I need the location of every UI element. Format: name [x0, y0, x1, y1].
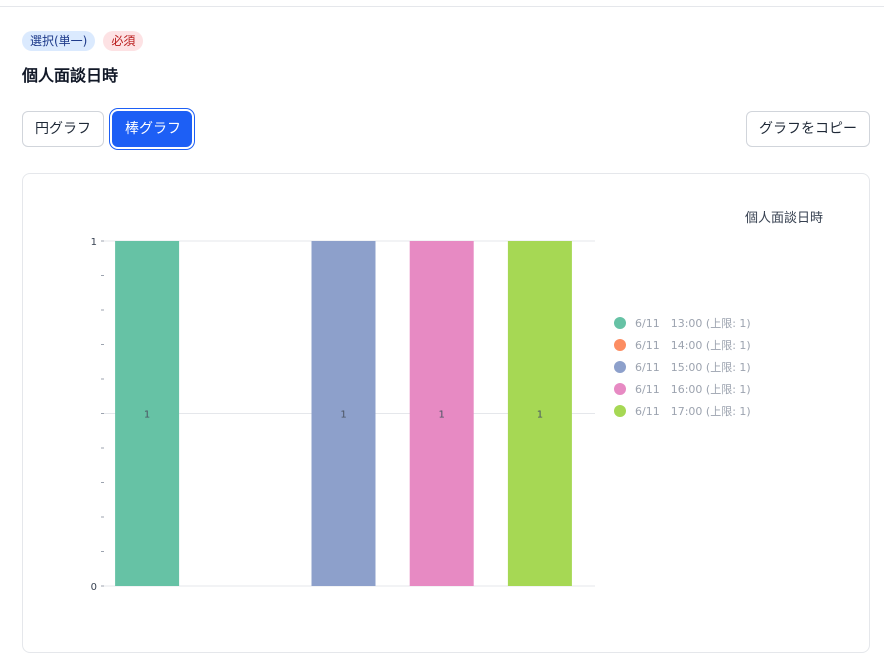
- legend-label: 6/11 14:00 (上限: 1): [635, 339, 751, 352]
- legend-swatch: [614, 361, 626, 373]
- bar-chart: 0 1 1 1 1 1: [91, 237, 595, 593]
- legend-swatch: [614, 317, 626, 329]
- legend-item[interactable]: 6/11 17:00 (上限: 1): [614, 400, 751, 422]
- y-tick-label: 0: [91, 582, 97, 593]
- legend-swatch: [614, 339, 626, 351]
- legend-swatch: [614, 383, 626, 395]
- legend-item[interactable]: 6/11 16:00 (上限: 1): [614, 378, 751, 400]
- bar-data-label: 1: [340, 410, 346, 421]
- legend-item[interactable]: 6/11 15:00 (上限: 1): [614, 356, 751, 378]
- legend-swatch: [614, 405, 626, 417]
- legend-label: 6/11 13:00 (上限: 1): [635, 317, 751, 330]
- legend-item[interactable]: 6/11 13:00 (上限: 1): [614, 312, 751, 334]
- chart-legend: 6/11 13:00 (上限: 1) 6/11 14:00 (上限: 1) 6/11…: [614, 312, 751, 422]
- bar-data-label: 1: [439, 410, 445, 421]
- legend-label: 6/11 15:00 (上限: 1): [635, 361, 751, 374]
- bar-data-label: 1: [537, 410, 543, 421]
- y-tick-label: 1: [91, 237, 97, 248]
- legend-item[interactable]: 6/11 14:00 (上限: 1): [614, 334, 751, 356]
- legend-label: 6/11 16:00 (上限: 1): [635, 383, 751, 396]
- bar-data-label: 1: [144, 410, 150, 421]
- legend-label: 6/11 17:00 (上限: 1): [635, 405, 751, 418]
